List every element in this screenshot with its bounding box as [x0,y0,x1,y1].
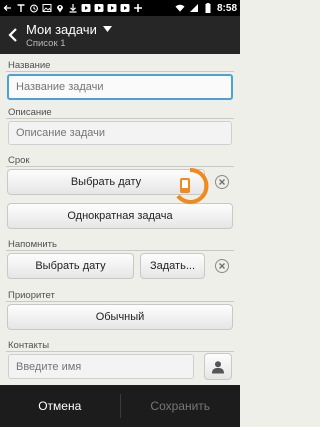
cross-icon [133,3,143,13]
save-button-label: Сохранить [150,399,211,413]
cancel-button-label: Отмена [38,399,82,413]
signal-icon [189,3,199,13]
repeat-button[interactable]: Однократная задача [7,203,233,229]
play-icon [120,3,130,13]
task-description-input[interactable] [8,121,232,145]
description-divider [6,118,234,119]
name-divider [6,71,234,72]
wifi-icon [175,3,185,13]
remind-set-button-label: Задать... [150,260,195,272]
text-icon [16,3,26,13]
back-arrow-icon [3,3,13,13]
task-form: Название Описание Срок Выбрать дату Одно… [0,54,240,385]
remind-date-button-label: Выбрать дату [35,260,106,272]
back-button[interactable] [0,16,26,54]
cancel-button[interactable]: Отмена [0,385,120,427]
app-title: Мои задачи [26,21,97,37]
list-selector[interactable]: Мои задачи Список 1 [26,22,112,49]
contacts-input[interactable] [8,354,194,379]
remind-date-button[interactable]: Выбрать дату [7,253,134,279]
repeat-button-label: Однократная задача [67,210,173,222]
priority-label: Приоритет [8,290,55,301]
location-icon [55,3,65,13]
due-label: Срок [8,155,30,166]
remind-set-button[interactable]: Задать... [140,253,205,279]
task-name-input[interactable] [7,74,233,100]
description-label: Описание [8,107,52,118]
play-icon [107,3,117,13]
due-date-button-label: Выбрать дату [70,176,142,188]
alarm-icon [29,3,39,13]
battery-icon [203,3,213,13]
bottom-action-bar: Отмена Сохранить [0,385,240,427]
status-bar: 8:58 [0,0,240,16]
play-icon [81,3,91,13]
image-icon [42,3,52,13]
chevron-left-icon [8,28,17,42]
save-button[interactable]: Сохранить [121,385,241,427]
action-bar: Мои задачи Список 1 [0,16,240,54]
status-time: 8:58 [216,2,237,14]
dropdown-triangle-icon [102,26,112,32]
priority-button[interactable]: Обычный [7,304,233,330]
play-icon [94,3,104,13]
clear-due-date-button[interactable] [215,175,229,189]
remind-divider [6,250,234,251]
contacts-label: Контакты [8,340,50,351]
pick-contact-button[interactable] [204,353,232,380]
close-icon [219,179,225,185]
contacts-divider [6,351,234,352]
close-icon [219,263,225,269]
name-label: Название [8,60,51,71]
clear-reminder-button[interactable] [215,259,229,273]
notification-icons [3,3,143,13]
priority-button-label: Обычный [95,311,145,323]
priority-divider [6,301,234,302]
person-icon [212,360,224,373]
watermark-logo [176,167,209,204]
list-subtitle: Список 1 [26,37,66,49]
remind-label: Напомнить [8,239,57,250]
download-icon [68,3,78,13]
